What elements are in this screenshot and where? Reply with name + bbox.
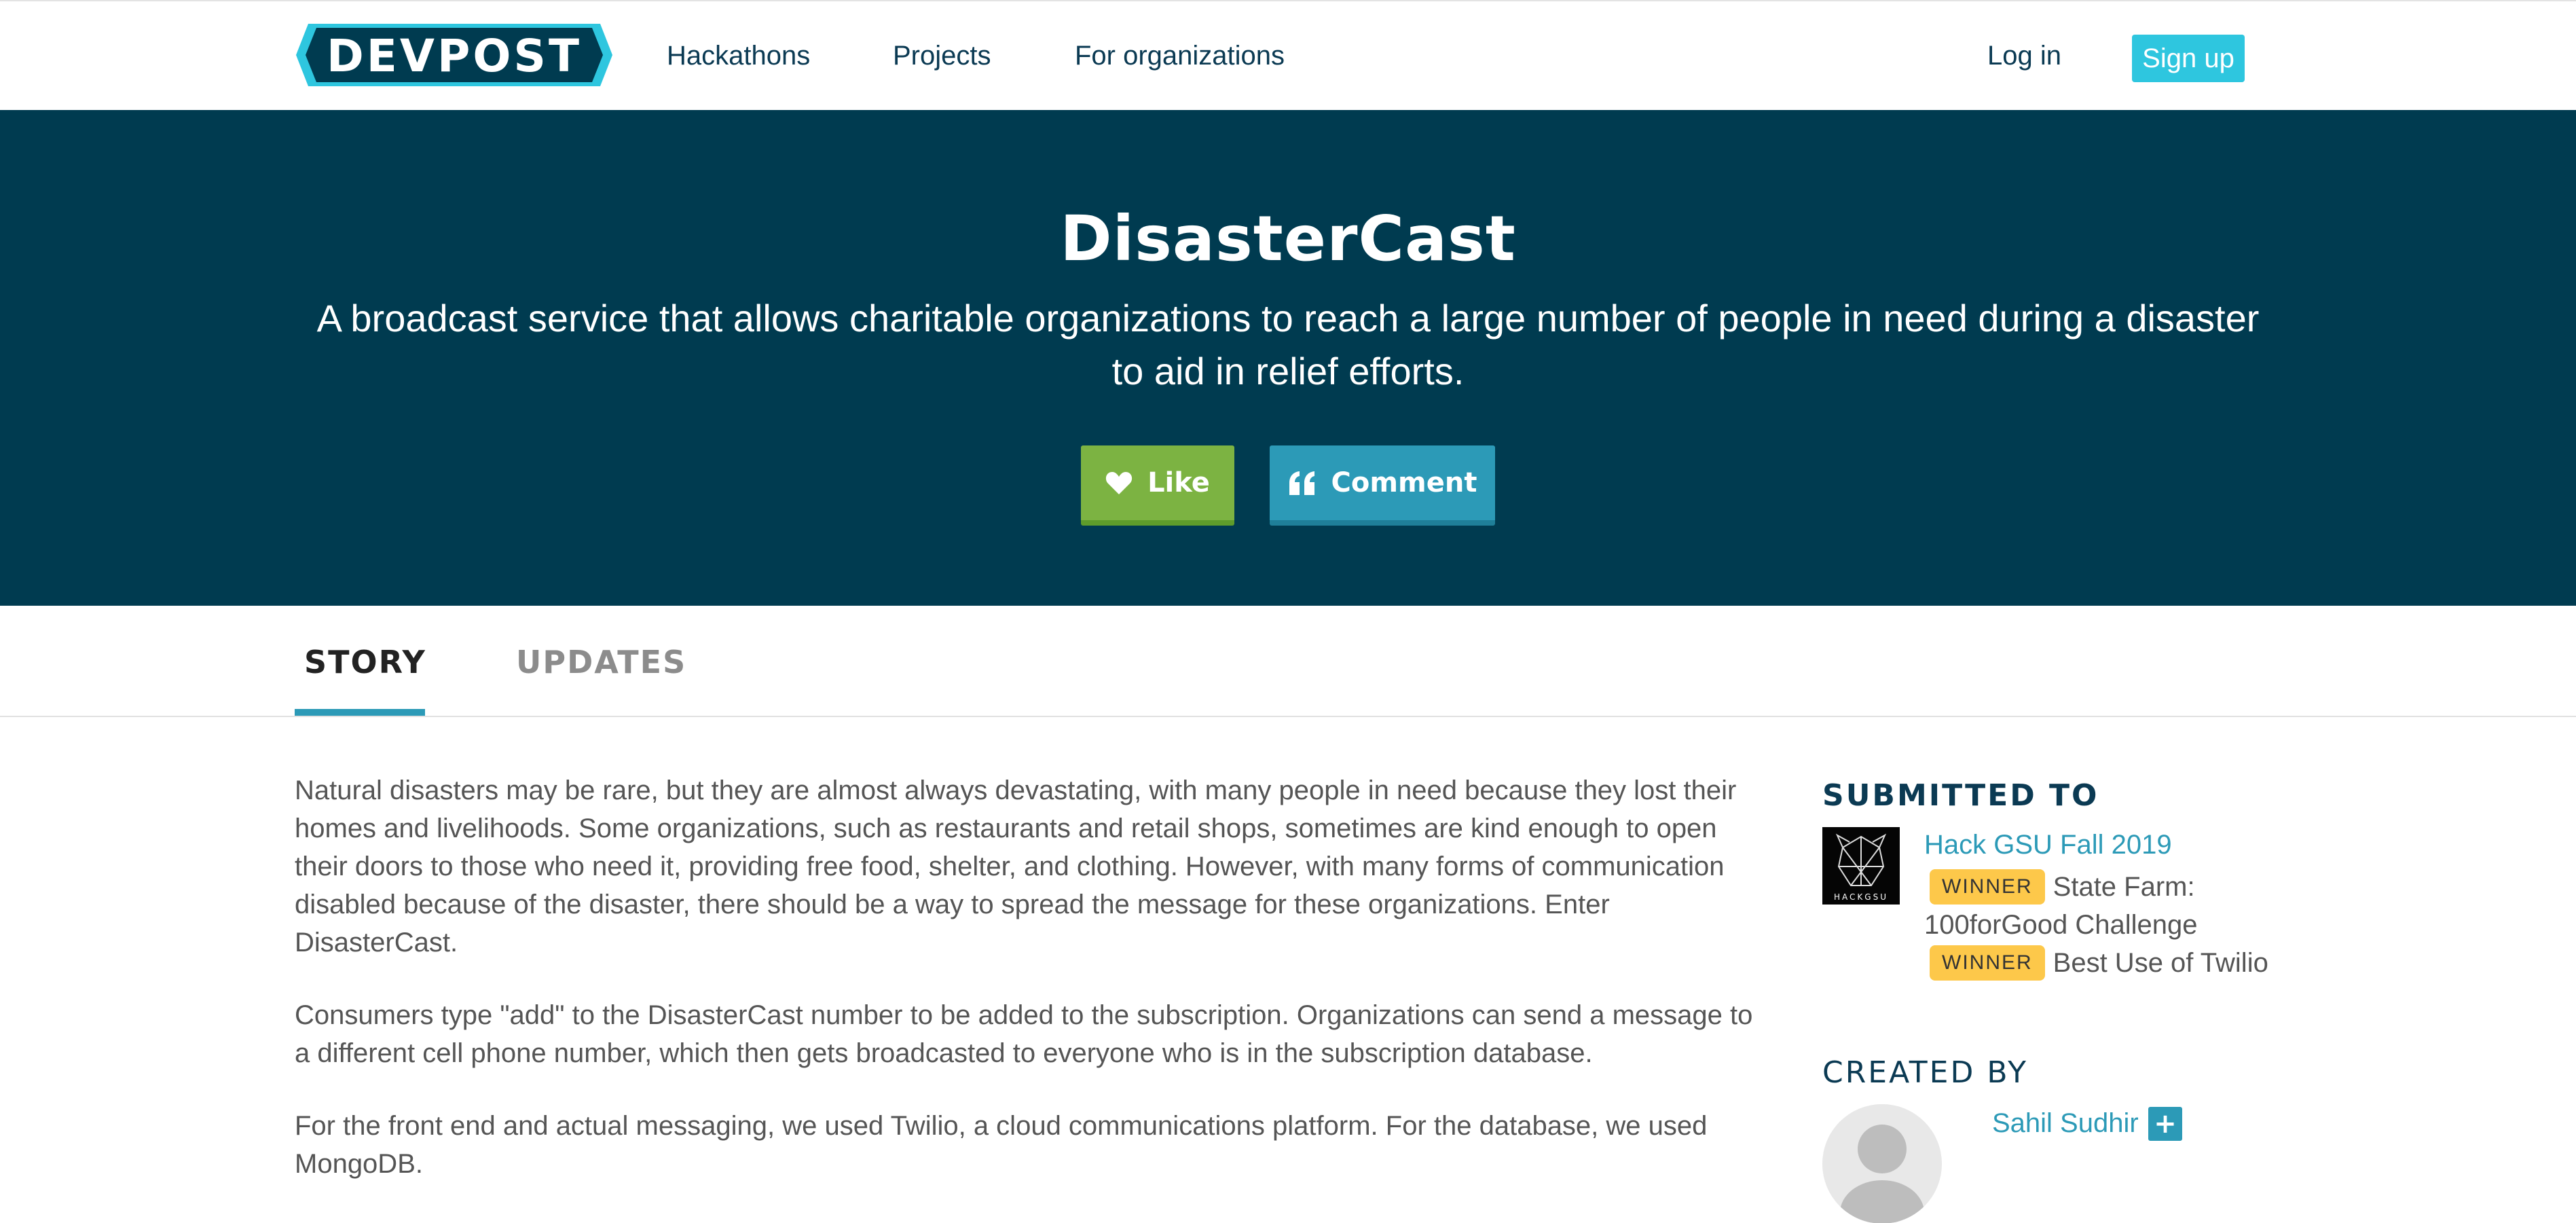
signup-button[interactable]: Sign up xyxy=(2132,35,2245,82)
winner-badge: WINNER xyxy=(1930,945,2045,981)
devpost-logo[interactable]: DEVPOST xyxy=(296,24,612,86)
story-paragraph: For the front end and actual messaging, … xyxy=(295,1111,1708,1179)
nav-hackathons[interactable]: Hackathons xyxy=(667,41,810,71)
project-tagline: A broadcast service that allows charitab… xyxy=(316,297,2260,393)
login-link[interactable]: Log in xyxy=(1987,41,2061,71)
project-story: Natural disasters may be rare, but they … xyxy=(295,771,1768,1218)
created-by-heading: CREATED BY xyxy=(1822,1055,2028,1090)
tab-updates[interactable]: UPDATES xyxy=(516,644,686,680)
follow-plus-button[interactable]: + xyxy=(2148,1107,2182,1141)
tiger-logo-icon: HACKGSU xyxy=(1834,833,1888,902)
logo-text: DEVPOST xyxy=(327,30,582,82)
hackathon-logo-text: HACKGSU xyxy=(1834,892,1888,902)
tab-story[interactable]: STORY xyxy=(304,644,426,680)
comment-button[interactable]: Comment xyxy=(1270,445,1495,526)
project-tabs: STORY UPDATES xyxy=(0,606,2576,717)
like-label: Like xyxy=(1147,467,1210,498)
project-title: DisasterCast xyxy=(1060,202,1516,275)
story-paragraph: Natural disasters may be rare, but they … xyxy=(295,775,1737,957)
nav-for-organizations[interactable]: For organizations xyxy=(1075,41,1285,71)
story-paragraph: Consumers type "add" to the DisasterCast… xyxy=(295,1000,1753,1068)
creator-link[interactable]: Sahil Sudhir xyxy=(1992,1108,2139,1139)
winner-badge: WINNER xyxy=(1930,869,2045,905)
comment-label: Comment xyxy=(1331,467,1477,498)
top-nav: DEVPOST Hackathons Projects For organiza… xyxy=(0,0,2576,110)
submitted-to-heading: SUBMITTED TO xyxy=(1822,778,2099,813)
heart-icon xyxy=(1105,472,1133,494)
hackathon-thumbnail[interactable]: HACKGSU xyxy=(1822,827,1900,905)
like-button[interactable]: Like xyxy=(1081,445,1234,526)
quote-icon xyxy=(1289,471,1314,495)
hackathon-link[interactable]: Hack GSU Fall 2019 xyxy=(1924,830,2172,860)
project-hero: DisasterCast A broadcast service that al… xyxy=(0,110,2576,606)
default-user-icon xyxy=(1822,1104,1942,1223)
avatar[interactable] xyxy=(1822,1104,1942,1223)
nav-projects[interactable]: Projects xyxy=(893,41,991,71)
prize-name: Best Use of Twilio xyxy=(2053,948,2268,978)
active-tab-indicator xyxy=(295,709,425,716)
prize-item: WINNER Best Use of Twilio xyxy=(1924,944,2304,982)
prize-item: WINNER State Farm: 100forGood Challenge xyxy=(1924,868,2304,944)
